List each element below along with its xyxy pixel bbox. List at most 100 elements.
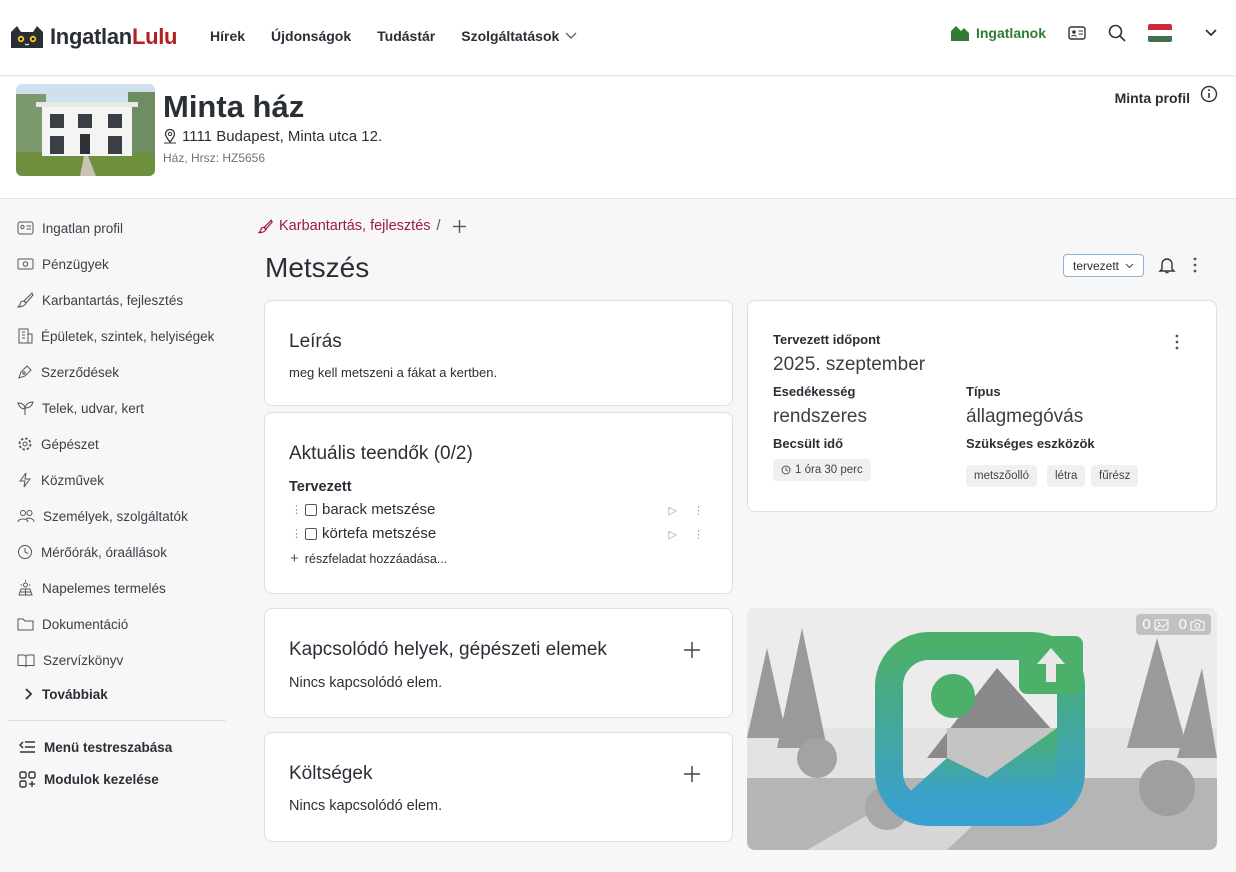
sidebar-item-szerzodesek[interactable]: Szerződések xyxy=(0,354,240,390)
sidebar-item-gepeszet[interactable]: Gépészet xyxy=(0,426,240,462)
add-subtask-button[interactable]: + részfeladat hozzáadása... xyxy=(290,550,447,567)
garden-placeholder-image xyxy=(747,608,1217,850)
property-photo[interactable] xyxy=(16,84,155,176)
task-checkbox[interactable] xyxy=(305,503,317,516)
costs-empty: Nincs kapcsolódó elem. xyxy=(289,798,443,814)
sidebar-item-merorak[interactable]: Mérőórák, óraállások xyxy=(0,534,240,570)
sidebar-item-penzugyek[interactable]: Pénzügyek xyxy=(0,246,240,282)
sidebar-item-label: Épületek, szintek, helyiségek xyxy=(41,328,215,344)
logo[interactable]: IngatlanLulu xyxy=(8,24,177,50)
due-label: Esedékesség xyxy=(773,384,856,399)
tools-label: Szükséges eszközök xyxy=(966,436,1095,451)
photo-count: 0 xyxy=(1179,616,1205,633)
due-value: rendszeres xyxy=(773,406,867,427)
media-counter: 0 0 xyxy=(1136,614,1211,635)
bell-icon[interactable] xyxy=(1158,256,1176,274)
chevron-down-icon[interactable] xyxy=(1204,28,1218,38)
status-select[interactable]: tervezett xyxy=(1063,254,1144,277)
plus-icon[interactable] xyxy=(452,219,466,233)
list-item[interactable]: ⋮⋮ körtefa metszése xyxy=(291,525,711,542)
more-vertical-icon[interactable] xyxy=(1193,257,1197,273)
sidebar-item-label: Karbantartás, fejlesztés xyxy=(42,292,184,308)
page-title: Metszés xyxy=(265,252,370,283)
info-icon[interactable] xyxy=(1200,85,1218,103)
more-vertical-icon[interactable]: ⋮ xyxy=(693,504,704,517)
manage-modules-label: Modulok kezelése xyxy=(44,771,159,787)
search-icon[interactable] xyxy=(1108,24,1126,42)
related-card: Kapcsolódó helyek, gépészeti elemek Ninc… xyxy=(264,608,733,718)
sidebar-more[interactable]: Továbbiak xyxy=(0,678,240,710)
properties-link[interactable]: Ingatlanok xyxy=(950,25,1046,41)
add-related-button[interactable] xyxy=(684,642,700,658)
time-label: Becsült idő xyxy=(773,436,844,451)
add-subtask-label: részfeladat hozzáadása... xyxy=(304,551,448,566)
solar-panel-icon xyxy=(18,580,33,596)
plus-icon: + xyxy=(290,550,299,567)
nav-szolgaltatasok-label: Szolgáltatások xyxy=(461,28,560,44)
id-card-icon xyxy=(17,221,34,235)
brand-name: IngatlanLulu xyxy=(50,24,178,49)
chevron-right-icon xyxy=(25,688,33,700)
drag-handle-icon[interactable]: ⋮⋮ xyxy=(291,527,312,540)
sidebar-divider xyxy=(8,720,226,721)
profile-name[interactable]: Minta profil xyxy=(1115,90,1190,106)
sidebar-item-label: Szervízkönyv xyxy=(43,652,124,668)
manage-modules-button[interactable]: Modulok kezelése xyxy=(0,763,240,795)
id-card-icon[interactable] xyxy=(1068,26,1086,40)
breadcrumb-link[interactable]: Karbantartás, fejlesztés xyxy=(279,218,431,234)
main-nav: Hírek Újdonságok Tudástár Szolgáltatások xyxy=(210,28,577,44)
sidebar-item-kozmuvek[interactable]: Közművek xyxy=(0,462,240,498)
sidebar-item-label: Szerződések xyxy=(41,364,120,380)
costs-card: Költségek Nincs kapcsolódó elem. xyxy=(264,732,733,842)
list-item[interactable]: ⋮⋮ barack metszése xyxy=(291,501,711,518)
folder-icon xyxy=(17,618,34,630)
sidebar-item-szemelyek[interactable]: Személyek, szolgáltatók xyxy=(0,498,240,534)
sidebar-item-epuletek[interactable]: Épületek, szintek, helyiségek xyxy=(0,318,240,354)
photo-upload-area[interactable]: 0 0 xyxy=(747,608,1217,850)
property-title: Minta ház xyxy=(163,89,305,124)
chevron-down-icon xyxy=(1125,263,1134,268)
nav-tudastar[interactable]: Tudástár xyxy=(377,28,435,44)
todos-title: Aktuális teendők (0/2) xyxy=(289,443,473,464)
sidebar-item-label: Telek, udvar, kert xyxy=(42,400,145,416)
gear-icon xyxy=(18,437,32,451)
sidebar-item-szervizkonyv[interactable]: Szervízkönyv xyxy=(0,642,240,678)
paintbrush-icon xyxy=(17,292,34,308)
property-address: 1111 Budapest, Minta utca 12. xyxy=(163,128,382,145)
address-text: 1111 Budapest, Minta utca 12. xyxy=(182,128,383,145)
sprout-icon xyxy=(17,401,34,415)
play-icon[interactable]: ▷ xyxy=(669,504,677,517)
sidebar-item-napelemes[interactable]: Napelemes termelés xyxy=(0,570,240,606)
sidebar-item-label: Dokumentáció xyxy=(42,616,129,632)
breadcrumb-separator: / xyxy=(436,218,441,234)
sidebar-item-telek[interactable]: Telek, udvar, kert xyxy=(0,390,240,426)
todos-group-label: Tervezett xyxy=(289,479,352,495)
sidebar-item-label: Gépészet xyxy=(41,436,99,452)
nav-ujdonsagok[interactable]: Újdonságok xyxy=(271,28,351,44)
todos-card: Aktuális teendők (0/2) Tervezett ⋮⋮ barac… xyxy=(264,412,733,594)
add-cost-button[interactable] xyxy=(684,766,700,782)
list-edit-icon xyxy=(19,741,35,753)
play-icon[interactable]: ▷ xyxy=(669,528,677,541)
image-count: 0 xyxy=(1142,616,1169,633)
sidebar-item-label: Mérőórák, óraállások xyxy=(41,544,168,560)
sidebar: Ingatlan profil Pénzügyek Karbantartás, … xyxy=(0,210,240,795)
clock-icon xyxy=(18,545,32,559)
hungarian-flag-icon[interactable] xyxy=(1148,24,1172,42)
nav-hirek[interactable]: Hírek xyxy=(210,28,245,44)
modules-grid-icon xyxy=(19,770,36,788)
sidebar-item-dokumentacio[interactable]: Dokumentáció xyxy=(0,606,240,642)
sidebar-item-karbantartas[interactable]: Karbantartás, fejlesztés xyxy=(0,282,240,318)
sidebar-item-label: Pénzügyek xyxy=(42,256,109,272)
task-checkbox[interactable] xyxy=(305,527,317,540)
more-vertical-icon[interactable] xyxy=(1175,334,1179,350)
type-value: állagmegóvás xyxy=(966,406,1084,427)
banknote-icon xyxy=(17,258,34,270)
more-vertical-icon[interactable]: ⋮ xyxy=(693,528,704,541)
property-subtitle: Ház, Hrsz: HZ5656 xyxy=(163,151,266,165)
nav-szolgaltatasok[interactable]: Szolgáltatások xyxy=(461,28,577,44)
sidebar-item-ingatlan-profil[interactable]: Ingatlan profil xyxy=(0,210,240,246)
customize-menu-button[interactable]: Menü testreszabása xyxy=(0,731,240,763)
clock-icon xyxy=(781,465,791,475)
drag-handle-icon[interactable]: ⋮⋮ xyxy=(291,503,312,516)
